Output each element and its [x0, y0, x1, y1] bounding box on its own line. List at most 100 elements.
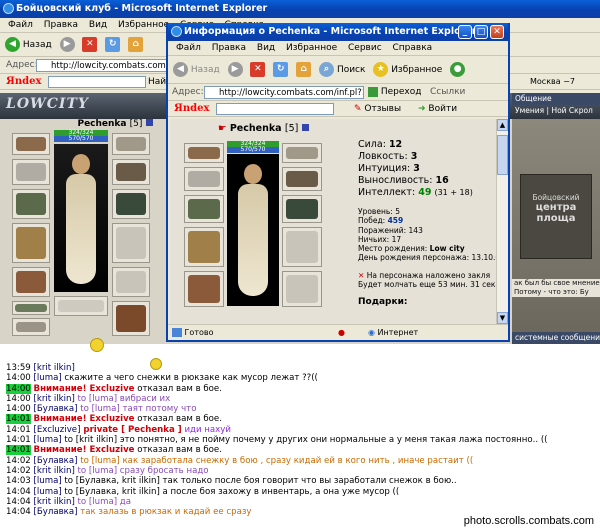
popup-menu-tools[interactable]: Сервис [348, 43, 382, 53]
helm-icon [286, 147, 318, 159]
chat-nick[interactable]: [luma] [34, 435, 62, 445]
minimize-button[interactable]: _ [458, 25, 472, 39]
close-button[interactable]: ✕ [490, 25, 504, 39]
chat-nick[interactable]: [Булавка] [34, 404, 78, 414]
popup-slot-gauntlets[interactable] [282, 195, 322, 223]
nav-tab-chat[interactable]: Общение [512, 93, 600, 105]
chat-nick[interactable]: [luma] [34, 487, 62, 497]
slot-weapon[interactable] [12, 223, 50, 263]
back-label: Назад [22, 40, 52, 50]
weather-widget[interactable]: Москва −7 [530, 74, 575, 89]
popup-stop-button[interactable]: ✕ [250, 56, 266, 83]
chat-text: to [krit ilkin] это понятно, я не пойму … [61, 435, 548, 446]
popup-media-button[interactable]: ● [450, 56, 466, 83]
slot-gloves[interactable] [12, 189, 50, 219]
menu-favorites[interactable]: Избранное [118, 20, 169, 30]
popup-slot-armor[interactable] [184, 271, 224, 307]
popup-menu-view[interactable]: Вид [257, 43, 275, 53]
links-button[interactable]: Ссылки [430, 84, 465, 100]
yandex-logo: Яndex [6, 76, 42, 87]
chat-nick[interactable]: [krit ilkin] [34, 394, 75, 404]
forward-button[interactable]: ▶ [59, 33, 75, 56]
slot-bracers[interactable] [112, 159, 150, 185]
chat-timestamp: 14:01 [6, 414, 31, 425]
login-button[interactable]: ➜ Войти [418, 101, 457, 116]
info-icon[interactable] [301, 124, 309, 131]
maximize-button[interactable]: □ [474, 25, 488, 39]
slot-amulet[interactable] [12, 159, 50, 185]
popup-mana-bar: 570/570 [227, 147, 279, 153]
avatar-dress [66, 174, 96, 284]
slot-shield[interactable] [112, 223, 150, 263]
nav-tab-skills[interactable]: Умения [515, 106, 544, 115]
menu-file[interactable]: Файл [8, 20, 33, 30]
chat-nick[interactable]: [Булавка] [34, 456, 78, 466]
scroll-down-icon[interactable]: ▼ [497, 312, 508, 324]
slot-earring[interactable] [12, 133, 50, 155]
slot-helm[interactable] [112, 133, 150, 155]
go-label: Переход [380, 87, 422, 97]
chat-nick[interactable]: [krit ilkin] [34, 497, 75, 507]
popup-forward-button[interactable]: ▶ [227, 56, 243, 83]
menu-view[interactable]: Вид [89, 20, 107, 30]
belt-icon [15, 304, 47, 312]
slot-armor[interactable] [12, 267, 50, 297]
chat-nick[interactable]: [luma] [34, 476, 62, 486]
main-url-input[interactable]: http://lowcity.combats.com/buttons [36, 59, 170, 72]
chat-nick[interactable]: [Excluzive] [34, 425, 81, 435]
popup-search-button[interactable]: ⌕ Поиск [319, 56, 365, 83]
stop-button[interactable]: ✕ [82, 33, 98, 56]
slot-potions[interactable] [54, 296, 108, 316]
location-map[interactable]: Бойцовский центра площа [520, 174, 592, 259]
slot-boots[interactable] [112, 301, 150, 336]
chat-nick[interactable]: [luma] [34, 373, 62, 383]
back-button[interactable]: ◀ Назад [5, 33, 52, 56]
gloves-icon [16, 193, 46, 215]
chat-nick[interactable]: [krit ilkin] [34, 363, 75, 373]
menu-edit[interactable]: Правка [44, 20, 78, 30]
system-messages-tab[interactable]: системные сообщения [512, 332, 600, 344]
stop-icon: ✕ [250, 62, 266, 77]
popup-slot-amulet[interactable] [184, 167, 224, 191]
info-icon[interactable] [145, 119, 153, 126]
chat-timestamp: 14:02 [6, 455, 31, 466]
popup-home-button[interactable]: ⌂ [296, 56, 312, 83]
go-button[interactable]: Переход [368, 84, 422, 100]
popup-slot-shield[interactable] [282, 227, 322, 267]
nav-tab-scroll[interactable]: Ной Скрол [551, 106, 592, 115]
popup-menu-help[interactable]: Справка [393, 43, 433, 53]
popup-slot-helm[interactable] [282, 143, 322, 163]
popup-menu-bar: Файл Правка Вид Избранное Сервис Справка [168, 41, 508, 56]
chat-nick[interactable]: [krit ilkin] [34, 466, 75, 476]
chat-nick[interactable]: [Булавка] [34, 507, 78, 517]
popup-slot-legs[interactable] [282, 271, 322, 307]
chat-timestamp: 14:00 [6, 404, 31, 415]
popup-menu-edit[interactable]: Правка [212, 43, 246, 53]
popup-menu-file[interactable]: Файл [176, 43, 201, 53]
reviews-button[interactable]: ✎ Отзывы [354, 101, 401, 116]
popup-back-button[interactable]: ◀ Назад [173, 56, 220, 83]
popup-slot-earring[interactable] [184, 143, 224, 163]
chat-timestamp: 13:59 [6, 363, 31, 373]
popup-scrollbar[interactable]: ▲ ▼ [496, 119, 508, 324]
slot-legs[interactable] [112, 267, 150, 297]
refresh-button[interactable]: ↻ [105, 33, 121, 56]
scroll-up-icon[interactable]: ▲ [497, 119, 508, 131]
popup-slot-bracers[interactable] [282, 167, 322, 191]
yandex-search-input[interactable] [48, 76, 146, 88]
popup-slot-gloves[interactable] [184, 195, 224, 223]
scroll-thumb[interactable] [497, 135, 508, 175]
popup-url-input[interactable]: http://lowcity.combats.com/inf.pl?125538… [204, 86, 364, 99]
popup-yandex-input[interactable] [216, 103, 334, 115]
home-icon: ⌂ [128, 37, 144, 52]
chat-timestamp: 14:00 [6, 393, 31, 404]
slot-boots-top[interactable] [112, 189, 150, 219]
popup-menu-favorites[interactable]: Избранное [286, 43, 337, 53]
slot-belt[interactable] [12, 301, 50, 315]
chat-text: Внимание! [33, 445, 87, 456]
home-button[interactable]: ⌂ [128, 33, 144, 56]
popup-slot-weapon[interactable] [184, 227, 224, 267]
popup-favorites-button[interactable]: ★ Избранное [373, 56, 442, 83]
slot-ring[interactable] [12, 318, 50, 336]
popup-refresh-button[interactable]: ↻ [273, 56, 289, 83]
